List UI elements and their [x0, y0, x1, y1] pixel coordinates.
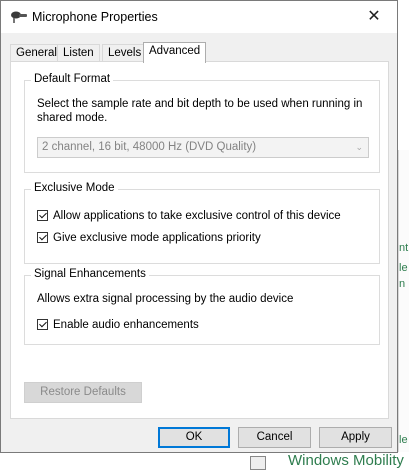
signal-enhancements-title: Signal Enhancements	[31, 268, 149, 280]
chevron-down-icon: ⌄	[355, 142, 363, 152]
tab-listen[interactable]: Listen	[57, 44, 100, 62]
ok-button[interactable]: OK	[158, 427, 230, 448]
background-window-fragment: nt	[399, 242, 409, 254]
default-format-group: Default Format Select the sample rate an…	[24, 73, 380, 173]
exclusive-mode-title: Exclusive Mode	[31, 182, 118, 194]
tab-general[interactable]: General	[10, 44, 63, 62]
default-format-value: 2 channel, 16 bit, 48000 Hz (DVD Quality…	[42, 141, 257, 153]
tab-levels[interactable]: Levels	[102, 44, 148, 62]
background-window-fragment: le	[399, 434, 408, 446]
microphone-properties-dialog: Microphone Properties ✕ General Listen L…	[0, 0, 398, 453]
background-window-fragment: le	[399, 262, 408, 274]
exclusive-priority-label: Give exclusive mode applications priorit…	[53, 232, 261, 244]
microphone-icon	[11, 11, 27, 23]
close-button[interactable]: ✕	[351, 1, 397, 33]
exclusive-mode-group: Exclusive Mode Allow applications to tak…	[24, 182, 380, 264]
tab-advanced[interactable]: Advanced	[143, 42, 207, 63]
restore-defaults-button[interactable]: Restore Defaults	[24, 382, 142, 403]
background-window-text: Windows Mobility	[288, 452, 404, 469]
default-format-select[interactable]: 2 channel, 16 bit, 48000 Hz (DVD Quality…	[37, 137, 369, 158]
audio-enhancements-checkbox[interactable]	[37, 319, 48, 330]
cancel-button[interactable]: Cancel	[238, 427, 311, 448]
advanced-tab-panel: Default Format Select the sample rate an…	[10, 61, 389, 419]
exclusive-priority-option[interactable]: Give exclusive mode applications priorit…	[37, 231, 261, 245]
audio-enhancements-option[interactable]: Enable audio enhancements	[37, 318, 199, 332]
background-window-fragment: n	[399, 278, 406, 290]
window-title: Microphone Properties	[32, 10, 158, 24]
exclusive-control-label: Allow applications to take exclusive con…	[53, 210, 341, 222]
default-format-title: Default Format	[31, 73, 114, 85]
signal-enhancements-group: Signal Enhancements Allows extra signal …	[24, 268, 380, 345]
exclusive-control-checkbox[interactable]	[37, 210, 48, 221]
exclusive-control-option[interactable]: Allow applications to take exclusive con…	[37, 209, 341, 223]
signal-enhancements-description: Allows extra signal processing by the au…	[37, 293, 294, 305]
apply-button[interactable]: Apply	[319, 427, 392, 448]
background-window	[398, 150, 409, 468]
audio-enhancements-label: Enable audio enhancements	[53, 319, 199, 331]
exclusive-priority-checkbox[interactable]	[37, 232, 48, 243]
title-bar: Microphone Properties ✕	[1, 1, 397, 33]
default-format-description: Select the sample rate and bit depth to …	[37, 98, 363, 124]
